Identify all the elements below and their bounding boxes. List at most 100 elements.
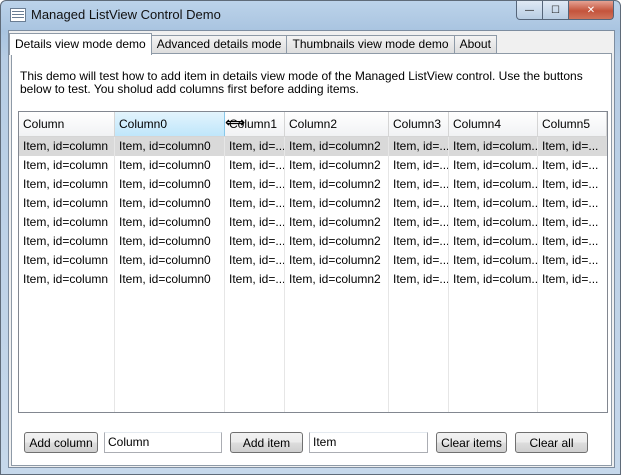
column-divider: [448, 137, 449, 412]
list-cell: Item, id=...: [393, 177, 449, 191]
tab-about[interactable]: About: [453, 35, 497, 54]
column-name-input[interactable]: Column: [104, 432, 222, 453]
list-cell: Item, id=...: [542, 253, 599, 267]
list-cell: Item, id=...: [229, 158, 285, 172]
list-cell: Item, id=column0: [119, 139, 211, 153]
list-cell: Item, id=colum...: [453, 272, 538, 286]
title-bar[interactable]: Managed ListView Control Demo — ☐ ✕: [1, 1, 620, 29]
list-cell: Item, id=...: [542, 158, 599, 172]
button-bar: Add column Column Add item Item Clear it…: [12, 425, 611, 465]
column-divider: [114, 137, 115, 412]
column-divider: [537, 137, 538, 412]
list-cell: Item, id=column2: [289, 234, 381, 248]
list-cell: Item, id=...: [229, 234, 285, 248]
list-cell: Item, id=...: [393, 215, 449, 229]
list-cell: Item, id=column2: [289, 196, 381, 210]
list-cell: Item, id=...: [393, 139, 449, 153]
list-cell: Item, id=column: [23, 272, 109, 286]
managed-listview[interactable]: Column Column0 Column1 Column2 Column3 Column…: [18, 111, 608, 413]
list-item[interactable]: Item, id=column Item, id=column0 Item, id=…: [19, 194, 607, 213]
column-header-bar: Column Column0 Column1 Column2 Column3 Column…: [19, 112, 607, 137]
list-item[interactable]: Item, id=column Item, id=column0 Item, id=…: [19, 156, 607, 175]
column-divider: [224, 137, 225, 412]
minimize-button[interactable]: —: [516, 1, 543, 20]
list-cell: Item, id=column0: [119, 272, 211, 286]
list-cell: Item, id=column0: [119, 158, 211, 172]
tab-details-view[interactable]: Details view mode demo: [9, 33, 152, 55]
column-header-column3[interactable]: Column3: [389, 112, 449, 136]
list-cell: Item, id=column: [23, 196, 109, 210]
listview-app-icon: [10, 8, 26, 22]
listview-rows: Item, id=column Item, id=column0 Item, id=…: [19, 137, 607, 289]
list-cell: Item, id=...: [229, 253, 285, 267]
column-header-column2[interactable]: Column2: [285, 112, 389, 136]
column-header-column0[interactable]: Column0: [115, 112, 225, 136]
list-cell: Item, id=...: [542, 196, 599, 210]
list-cell: Item, id=...: [542, 177, 599, 191]
list-cell: Item, id=column2: [289, 177, 381, 191]
app-window: Managed ListView Control Demo — ☐ ✕ Deta…: [0, 0, 621, 475]
column-header-column[interactable]: Column: [19, 112, 115, 136]
list-cell: Item, id=...: [542, 234, 599, 248]
clear-items-button[interactable]: Clear items: [436, 432, 507, 453]
list-cell: Item, id=...: [229, 215, 285, 229]
list-cell: Item, id=...: [393, 234, 449, 248]
list-cell: Item, id=...: [229, 139, 285, 153]
column-resize-cursor-icon: ⟺: [225, 115, 246, 131]
list-cell: Item, id=colum...: [453, 215, 538, 229]
list-cell: Item, id=...: [542, 215, 599, 229]
list-cell: Item, id=...: [229, 196, 285, 210]
window-title: Managed ListView Control Demo: [31, 7, 221, 22]
list-item[interactable]: Item, id=column Item, id=column0 Item, id=…: [19, 270, 607, 289]
list-cell: Item, id=column: [23, 158, 109, 172]
description-text: This demo will test how to add item in d…: [20, 69, 583, 96]
add-item-button[interactable]: Add item: [230, 432, 303, 453]
list-item[interactable]: Item, id=column Item, id=column0 Item, id=…: [19, 232, 607, 251]
list-cell: Item, id=column0: [119, 215, 211, 229]
list-cell: Item, id=column2: [289, 158, 381, 172]
list-cell: Item, id=colum...: [453, 139, 538, 153]
caption-buttons: — ☐ ✕: [516, 1, 614, 20]
list-cell: Item, id=...: [393, 272, 449, 286]
list-item[interactable]: Item, id=column Item, id=column0 Item, id=…: [19, 213, 607, 232]
list-cell: Item, id=colum...: [453, 177, 538, 191]
list-cell: Item, id=...: [393, 253, 449, 267]
tab-strip: Details view mode demo Advanced details …: [9, 33, 497, 55]
list-item[interactable]: Item, id=column Item, id=column0 Item, id=…: [19, 175, 607, 194]
list-cell: Item, id=column2: [289, 215, 381, 229]
add-column-button[interactable]: Add column: [24, 432, 98, 453]
list-cell: Item, id=...: [393, 158, 449, 172]
client-area: Details view mode demo Advanced details …: [8, 30, 615, 468]
clear-all-button[interactable]: Clear all: [515, 432, 588, 453]
list-cell: Item, id=column0: [119, 234, 211, 248]
list-cell: Item, id=column2: [289, 253, 381, 267]
list-cell: Item, id=column: [23, 139, 109, 153]
list-item[interactable]: Item, id=column Item, id=column0 Item, id=…: [19, 251, 607, 270]
list-cell: Item, id=column: [23, 253, 109, 267]
column-divider: [284, 137, 285, 412]
column-divider: [388, 137, 389, 412]
item-text-input[interactable]: Item: [309, 432, 428, 453]
column-header-column4[interactable]: Column4: [449, 112, 538, 136]
close-button[interactable]: ✕: [569, 1, 614, 20]
list-cell: Item, id=column: [23, 215, 109, 229]
tab-advanced-details[interactable]: Advanced details mode: [150, 35, 288, 54]
list-cell: Item, id=column2: [289, 139, 381, 153]
list-cell: Item, id=colum...: [453, 253, 538, 267]
details-tab-page: This demo will test how to add item in d…: [11, 53, 612, 466]
list-cell: Item, id=colum...: [453, 158, 538, 172]
list-cell: Item, id=...: [542, 139, 599, 153]
list-cell: Item, id=column: [23, 177, 109, 191]
maximize-button[interactable]: ☐: [543, 1, 569, 20]
column-header-column5[interactable]: Column5: [538, 112, 607, 136]
list-cell: Item, id=...: [393, 196, 449, 210]
list-cell: Item, id=column: [23, 234, 109, 248]
list-cell: Item, id=column0: [119, 196, 211, 210]
list-cell: Item, id=...: [229, 177, 285, 191]
list-cell: Item, id=...: [229, 272, 285, 286]
list-cell: Item, id=colum...: [453, 196, 538, 210]
tab-thumbnails-view[interactable]: Thumbnails view mode demo: [286, 35, 455, 54]
list-cell: Item, id=...: [542, 272, 599, 286]
list-item[interactable]: Item, id=column Item, id=column0 Item, id=…: [19, 137, 607, 156]
list-cell: Item, id=colum...: [453, 234, 538, 248]
